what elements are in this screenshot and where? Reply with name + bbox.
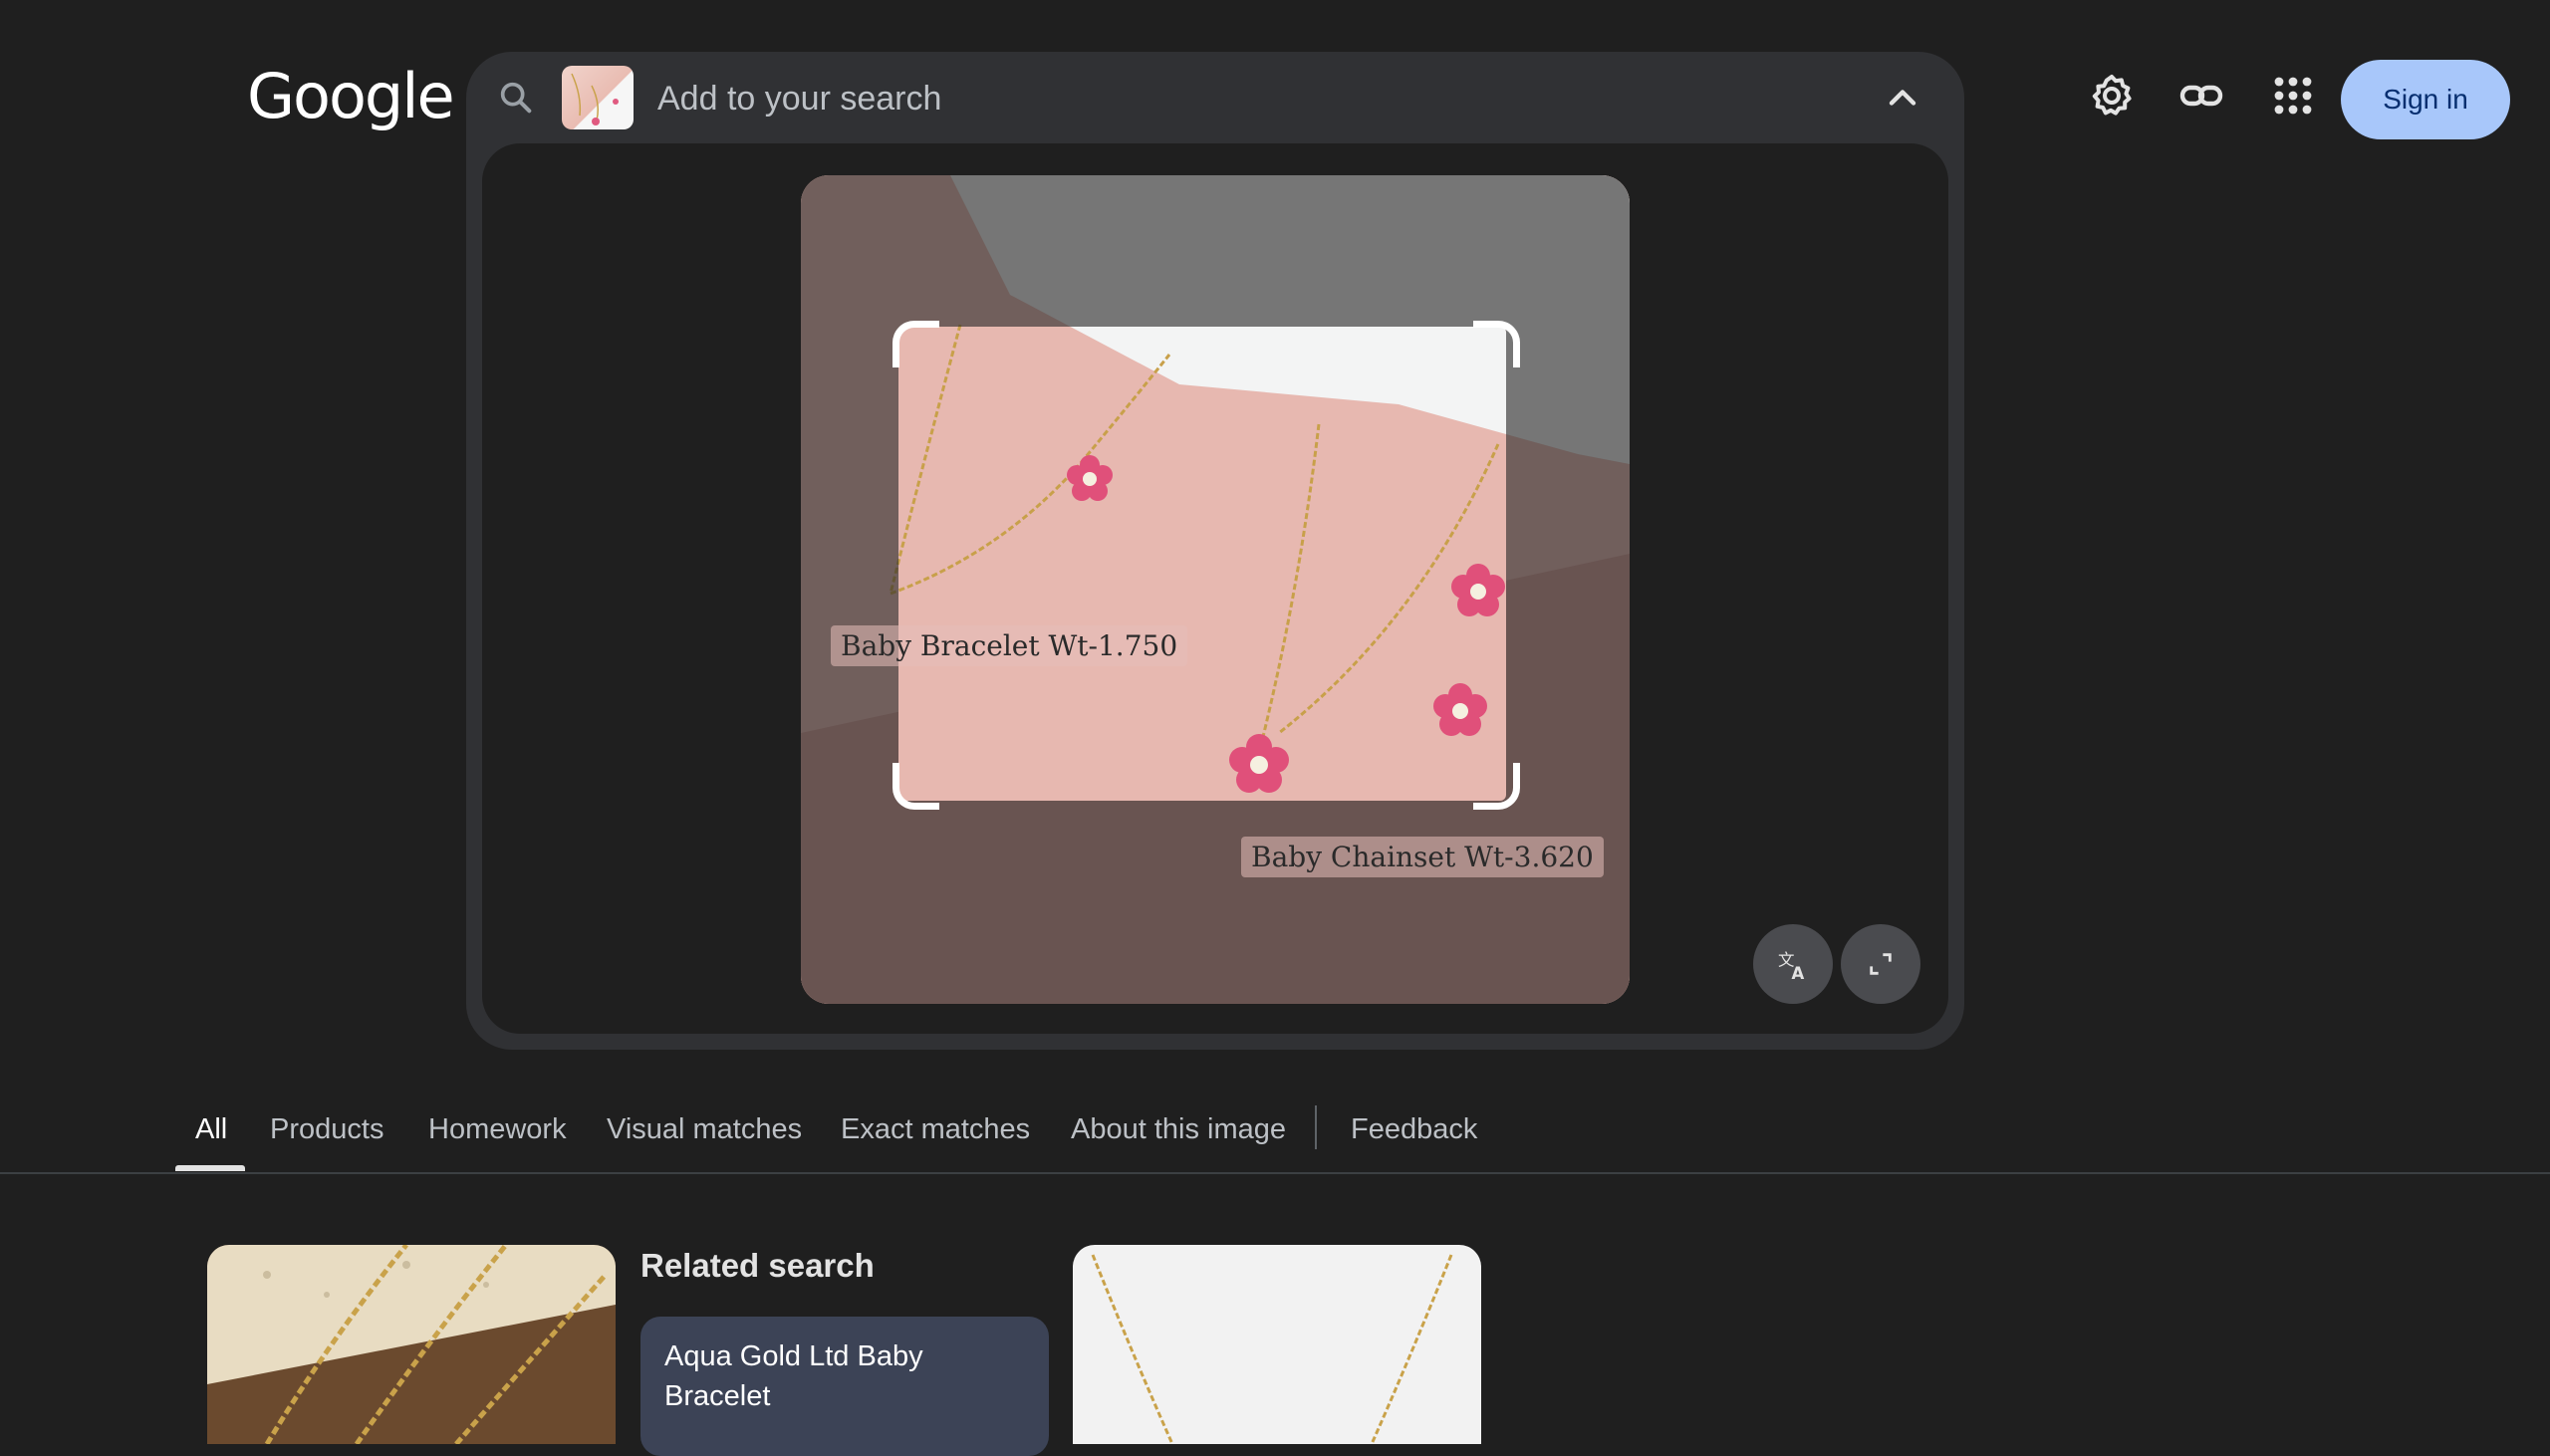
translate-button[interactable]: 文 A	[1753, 924, 1833, 1004]
tab-exact-matches[interactable]: Exact matches	[841, 1113, 1030, 1146]
crop-handle-top-right[interactable]	[1473, 321, 1520, 367]
related-search-label: Aqua Gold Ltd Baby Bracelet	[664, 1340, 923, 1412]
result-image-card-2[interactable]	[1073, 1245, 1481, 1444]
crop-handle-bottom-left[interactable]	[892, 763, 939, 810]
search-input[interactable]	[655, 70, 1755, 127]
chevron-up-icon[interactable]	[1881, 76, 1924, 120]
svg-text:A: A	[1792, 964, 1805, 982]
tab-homework[interactable]: Homework	[428, 1113, 567, 1146]
query-image-thumbnail[interactable]	[562, 66, 634, 129]
tab-feedback[interactable]: Feedback	[1351, 1113, 1477, 1146]
image-text-bracelet[interactable]: Baby Bracelet Wt-1.750	[831, 625, 1188, 666]
expand-icon	[1870, 953, 1892, 975]
tab-visual-matches[interactable]: Visual matches	[607, 1113, 802, 1146]
sign-in-button[interactable]: Sign in	[2341, 60, 2510, 139]
settings-icon[interactable]	[2088, 72, 2136, 120]
search-bar	[466, 52, 1964, 143]
active-tab-indicator	[175, 1165, 245, 1171]
search-icon[interactable]	[496, 78, 536, 118]
expand-button[interactable]	[1841, 924, 1920, 1004]
image-viewer: Baby Bracelet Wt-1.750 Baby Chainset Wt-…	[482, 143, 1948, 1034]
tab-about-this-image[interactable]: About this image	[1071, 1113, 1286, 1146]
related-search-chip[interactable]: Aqua Gold Ltd Baby Bracelet	[640, 1317, 1049, 1456]
result-image-card[interactable]	[207, 1245, 616, 1444]
image-text-chainset[interactable]: Baby Chainset Wt-3.620	[1241, 837, 1604, 877]
google-logo[interactable]: Google	[247, 62, 455, 131]
apps-grid-icon[interactable]	[2269, 72, 2317, 120]
tab-all[interactable]: All	[195, 1113, 227, 1146]
translate-icon: 文 A	[1778, 951, 1805, 983]
crop-handle-top-left[interactable]	[892, 321, 939, 367]
uploaded-image: Baby Bracelet Wt-1.750 Baby Chainset Wt-…	[801, 175, 1630, 1004]
crop-selection-area[interactable]	[898, 327, 1506, 801]
lens-search-panel: Baby Bracelet Wt-1.750 Baby Chainset Wt-…	[466, 52, 1964, 1050]
crop-handle-bottom-right[interactable]	[1473, 763, 1520, 810]
link-icon[interactable]	[2177, 72, 2225, 120]
related-search-heading: Related search	[640, 1247, 875, 1284]
tab-products[interactable]: Products	[270, 1113, 383, 1146]
tabs-divider-line	[0, 1172, 2550, 1174]
tab-divider	[1315, 1105, 1317, 1149]
